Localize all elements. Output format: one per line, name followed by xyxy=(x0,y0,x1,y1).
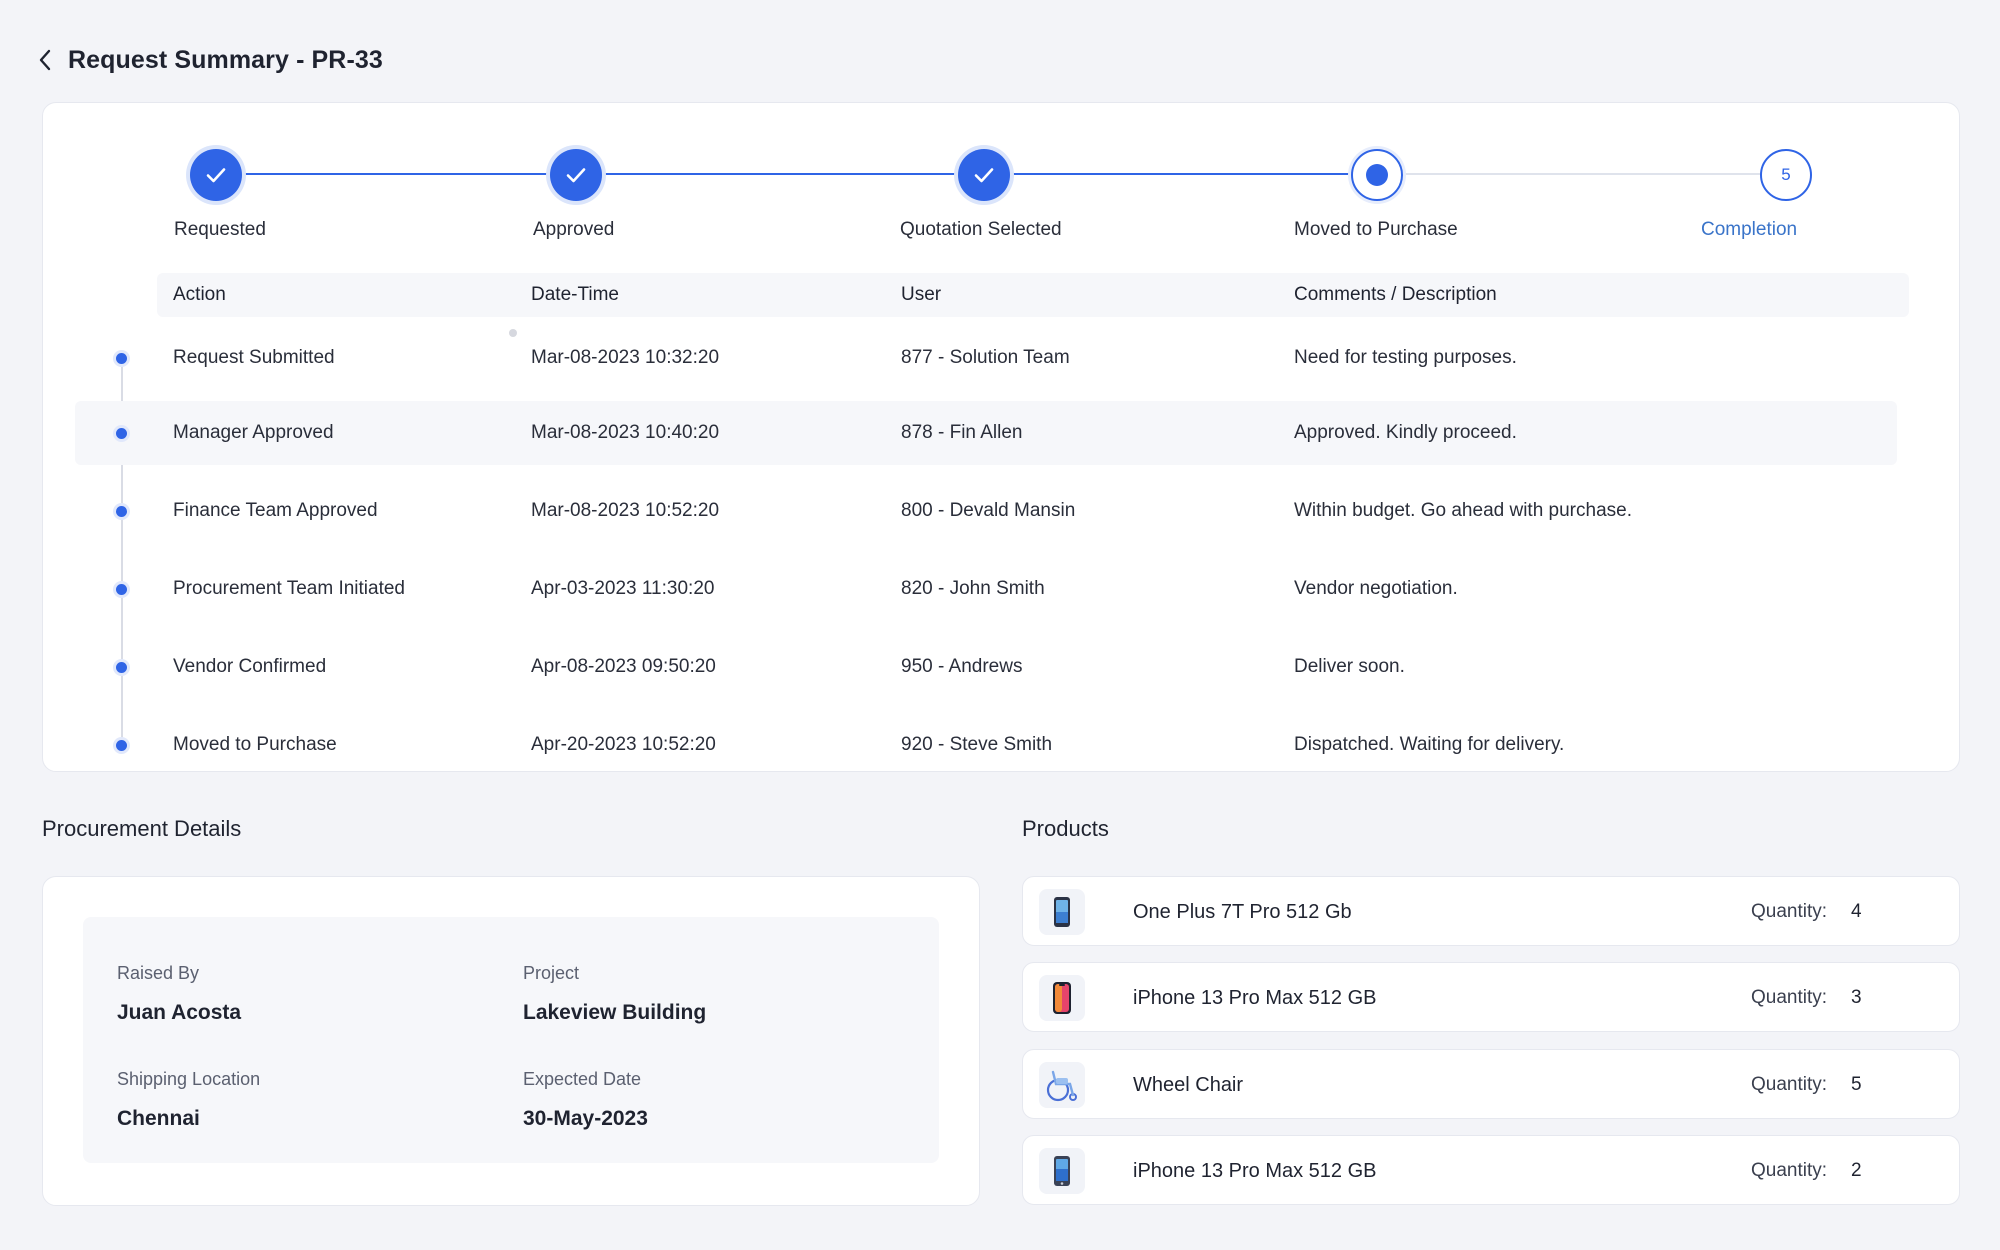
step-label-approved: Approved xyxy=(533,219,615,240)
expected-date-value: 30-May-2023 xyxy=(523,1107,648,1130)
products-title: Products xyxy=(1022,816,1109,841)
current-step-dot xyxy=(1366,164,1388,186)
row-action: Request Submitted xyxy=(173,347,335,368)
stepper-line-1 xyxy=(216,173,576,175)
request-status-card: 5 Requested Approved Quotation Selected … xyxy=(42,102,1960,772)
check-icon xyxy=(206,168,226,183)
check-icon xyxy=(566,168,586,183)
phone-icon xyxy=(1039,889,1085,935)
quantity-label: Quantity: xyxy=(1751,901,1828,922)
product-item[interactable]: One Plus 7T Pro 512 Gb Quantity: 4 xyxy=(1022,876,1960,946)
product-name: iPhone 13 Pro Max 512 GB xyxy=(1133,987,1377,1009)
step-requested[interactable] xyxy=(190,149,242,201)
product-name: One Plus 7T Pro 512 Gb xyxy=(1133,901,1352,923)
row-comment: Dispatched. Waiting for delivery. xyxy=(1294,734,1565,755)
quantity-value: 4 xyxy=(1851,901,1862,922)
stepper-line-3 xyxy=(984,173,1377,175)
product-item[interactable]: iPhone 13 Pro Max 512 GB Quantity: 3 xyxy=(1022,962,1960,1032)
row-action: Procurement Team Initiated xyxy=(173,578,405,599)
raised-by-label: Raised By xyxy=(117,963,200,983)
step-label-quotation-selected: Quotation Selected xyxy=(900,219,1062,240)
table-row: Vendor Confirmed Apr-08-2023 09:50:20 95… xyxy=(75,635,1897,699)
timeline-bullet xyxy=(116,506,127,517)
product-item[interactable]: Wheel Chair Quantity: 5 xyxy=(1022,1049,1960,1119)
row-comment: Vendor negotiation. xyxy=(1294,578,1458,599)
timeline-bullet xyxy=(116,662,127,673)
phone-icon xyxy=(1039,1148,1085,1194)
row-datetime: Apr-20-2023 10:52:20 xyxy=(531,734,716,755)
table-row: Finance Team Approved Mar-08-2023 10:52:… xyxy=(75,479,1897,543)
timeline-bullet xyxy=(116,428,127,439)
row-action: Manager Approved xyxy=(173,422,334,443)
quantity-value: 5 xyxy=(1851,1074,1862,1095)
timeline-bullet xyxy=(116,584,127,595)
raised-by-value: Juan Acosta xyxy=(117,1001,242,1024)
row-comment: Within budget. Go ahead with purchase. xyxy=(1294,500,1632,521)
procurement-details-title: Procurement Details xyxy=(42,816,242,841)
step-quotation-selected[interactable] xyxy=(958,149,1010,201)
step-number: 5 xyxy=(1781,165,1791,184)
quantity-value: 3 xyxy=(1851,987,1862,1008)
stepper-line-2 xyxy=(576,173,984,175)
chevron-left-icon xyxy=(39,49,51,71)
quantity-value: 2 xyxy=(1851,1160,1862,1181)
table-row: Manager Approved Mar-08-2023 10:40:20 87… xyxy=(75,401,1897,465)
shipping-location-label: Shipping Location xyxy=(117,1069,261,1089)
column-header-user: User xyxy=(901,284,942,305)
row-user: 877 - Solution Team xyxy=(901,347,1070,368)
timeline-bullet xyxy=(116,740,127,751)
row-action: Finance Team Approved xyxy=(173,500,378,521)
wheelchair-icon xyxy=(1039,1062,1085,1108)
row-comment: Deliver soon. xyxy=(1294,656,1405,677)
table-row: Moved to Purchase Apr-20-2023 10:52:20 9… xyxy=(75,713,1897,777)
column-header-comments: Comments / Description xyxy=(1294,284,1497,305)
step-completion[interactable]: 5 xyxy=(1760,149,1812,201)
row-user: 800 - Devald Mansin xyxy=(901,500,1076,521)
row-datetime: Mar-08-2023 10:32:20 xyxy=(531,347,720,368)
row-comment: Need for testing purposes. xyxy=(1294,347,1517,368)
status-stepper: 5 Requested Approved Quotation Selected … xyxy=(43,103,1959,263)
row-datetime: Mar-08-2023 10:52:20 xyxy=(531,500,720,521)
expected-date-label: Expected Date xyxy=(523,1069,642,1089)
product-name: Wheel Chair xyxy=(1133,1074,1244,1096)
stepper-line-4 xyxy=(1377,173,1786,175)
row-datetime: Apr-03-2023 11:30:20 xyxy=(531,578,715,599)
product-name: iPhone 13 Pro Max 512 GB xyxy=(1133,1160,1377,1182)
back-button[interactable] xyxy=(38,42,62,78)
page-header: Request Summary - PR-33 xyxy=(38,42,383,78)
row-user: 878 - Fin Allen xyxy=(901,422,1023,443)
step-approved[interactable] xyxy=(550,149,602,201)
row-datetime: Mar-08-2023 10:40:20 xyxy=(531,422,720,443)
row-datetime: Apr-08-2023 09:50:20 xyxy=(531,656,716,677)
step-label-moved-to-purchase: Moved to Purchase xyxy=(1294,219,1458,240)
column-header-action: Action xyxy=(173,284,226,305)
row-action: Vendor Confirmed xyxy=(173,656,327,677)
shipping-location-value: Chennai xyxy=(117,1107,200,1130)
quantity-label: Quantity: xyxy=(1751,987,1828,1008)
phone-icon xyxy=(1039,975,1085,1021)
step-label-requested: Requested xyxy=(174,219,266,240)
table-row: Request Submitted Mar-08-2023 10:32:20 8… xyxy=(75,326,1897,390)
step-label-completion: Completion xyxy=(1701,219,1798,240)
history-table-header: Action Date-Time User Comments / Descrip… xyxy=(157,273,1909,317)
project-value: Lakeview Building xyxy=(523,1001,707,1024)
column-header-date-time: Date-Time xyxy=(531,284,619,305)
step-moved-to-purchase[interactable] xyxy=(1351,149,1403,201)
row-user: 920 - Steve Smith xyxy=(901,734,1053,755)
row-user: 950 - Andrews xyxy=(901,656,1023,677)
product-item[interactable]: iPhone 13 Pro Max 512 GB Quantity: 2 xyxy=(1022,1135,1960,1205)
row-comment: Approved. Kindly proceed. xyxy=(1294,422,1517,443)
procurement-details-panel: Raised By Juan Acosta Project Lakeview B… xyxy=(83,917,939,1163)
timeline-bullet xyxy=(116,353,127,364)
page-title: Request Summary - PR-33 xyxy=(68,45,383,74)
check-icon xyxy=(974,168,994,183)
table-row: Procurement Team Initiated Apr-03-2023 1… xyxy=(75,557,1897,621)
row-action: Moved to Purchase xyxy=(173,734,337,755)
quantity-label: Quantity: xyxy=(1751,1160,1828,1181)
quantity-label: Quantity: xyxy=(1751,1074,1828,1095)
project-label: Project xyxy=(523,963,580,983)
procurement-details-card: Raised By Juan Acosta Project Lakeview B… xyxy=(42,876,980,1206)
row-user: 820 - John Smith xyxy=(901,578,1045,599)
